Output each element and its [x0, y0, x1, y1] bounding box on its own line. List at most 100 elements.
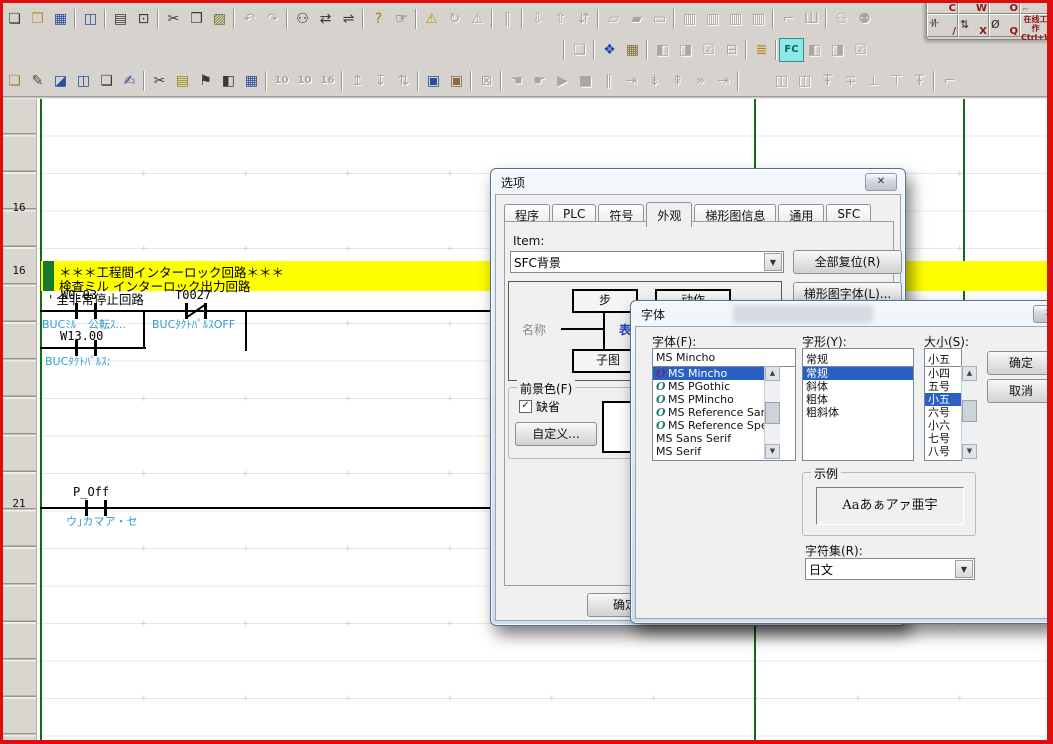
- monitor-off-icon[interactable]: ⊠: [475, 70, 498, 92]
- simulator-online-icon[interactable]: ⚉: [853, 8, 876, 30]
- pause-program-icon[interactable]: ☚: [505, 70, 528, 92]
- cut-icon[interactable]: ✂: [162, 8, 185, 30]
- chevron-down-icon[interactable]: ▼: [764, 253, 782, 271]
- view-diagram-icon[interactable]: ❏: [3, 70, 26, 92]
- change-all-icon[interactable]: ⇌: [337, 8, 360, 30]
- rung-margin[interactable]: [3, 99, 37, 741]
- scroll-thumb[interactable]: [962, 400, 977, 422]
- print-preview-icon[interactable]: ⊡: [132, 8, 155, 30]
- scroll-up-icon[interactable]: ▲: [765, 366, 780, 381]
- force-set-icon[interactable]: ❑: [568, 39, 591, 61]
- size-list-item[interactable]: 五号: [925, 380, 961, 393]
- style-list-item[interactable]: 粗斜体: [803, 406, 913, 419]
- memory-view-icon[interactable]: ▥: [747, 8, 770, 30]
- local-symbol-table-icon[interactable]: ▤: [171, 70, 194, 92]
- style-list-item[interactable]: 斜体: [803, 380, 913, 393]
- scroll-up-icon[interactable]: ▲: [962, 366, 977, 381]
- hex-display-icon[interactable]: 16: [316, 70, 339, 92]
- find-icon[interactable]: ⚇: [291, 8, 314, 30]
- find-error-icon[interactable]: ⚠: [466, 8, 489, 30]
- plc-settings-icon[interactable]: ▥: [701, 8, 724, 30]
- custom-color-button[interactable]: 自定义...: [515, 422, 597, 446]
- online-refresh-icon[interactable]: ↻: [443, 8, 466, 30]
- paste-icon[interactable]: ▨: [208, 8, 231, 30]
- options-tab[interactable]: 外观: [646, 202, 692, 227]
- manual-step-icon[interactable]: ☛: [528, 70, 551, 92]
- run-icon[interactable]: ▶: [551, 70, 574, 92]
- pause-monitor-icon[interactable]: ‖: [496, 8, 519, 30]
- rung-number[interactable]: 16: [4, 201, 34, 214]
- monitor-chart-icon[interactable]: ◪: [49, 70, 72, 92]
- differential-trace-icon[interactable]: ⌐: [777, 8, 800, 30]
- print-icon[interactable]: ▤: [109, 8, 132, 30]
- page-delete-icon[interactable]: ◨: [826, 39, 849, 61]
- font-list-item[interactable]: OMS PGothic: [653, 380, 780, 393]
- font-list-scrollbar[interactable]: ▲ ▼: [764, 366, 780, 459]
- step-out-icon[interactable]: ⇞: [666, 70, 689, 92]
- update-schedule-icon[interactable]: ▦: [621, 39, 644, 61]
- sfc-transition-icon[interactable]: ◫: [793, 70, 816, 92]
- font-list-item[interactable]: OMS Mincho: [653, 367, 780, 380]
- font-list-item[interactable]: OMS Reference Speci: [653, 419, 780, 432]
- scroll-thumb[interactable]: [765, 402, 780, 424]
- undo-icon[interactable]: ↶: [238, 8, 261, 30]
- insert-rung-below-icon[interactable]: ↧: [369, 70, 392, 92]
- sfc-subchart-icon[interactable]: Ŧ: [908, 70, 931, 92]
- cancel-online-edit-icon[interactable]: ▭: [648, 8, 671, 30]
- section-delete-icon[interactable]: ◨: [674, 39, 697, 61]
- font-style-input[interactable]: 常规: [802, 348, 914, 367]
- binary-monitor-icon[interactable]: ▦: [240, 70, 263, 92]
- nc-contact-vertical-icon[interactable]: ⇅ X: [958, 14, 989, 37]
- signed-decimal-display-icon[interactable]: 10: [293, 70, 316, 92]
- size-list-item[interactable]: 小四: [925, 367, 961, 380]
- sfc-parallel-divergence-icon[interactable]: ∓: [839, 70, 862, 92]
- memory-card-icon[interactable]: ▥: [724, 8, 747, 30]
- view-mnemonic-icon[interactable]: ✎: [26, 70, 49, 92]
- redo-icon[interactable]: ↷: [261, 8, 284, 30]
- size-list-item[interactable]: 小五: [925, 393, 961, 406]
- pause-icon[interactable]: ‖: [597, 70, 620, 92]
- help-icon[interactable]: ?: [367, 8, 390, 30]
- nc-contact-icon[interactable]: -|/|- /: [927, 14, 958, 37]
- size-list-scrollbar[interactable]: ▲ ▼: [961, 366, 977, 459]
- copy-icon[interactable]: ❒: [185, 8, 208, 30]
- reset-all-button[interactable]: 全部复位(R): [793, 250, 902, 274]
- item-combobox[interactable]: SFC背景 ▼: [510, 251, 784, 273]
- default-checkbox[interactable]: ✓: [519, 400, 532, 413]
- cx-simulator-icon[interactable]: ⚇: [830, 8, 853, 30]
- size-list-item[interactable]: 小六: [925, 419, 961, 432]
- font-list-item[interactable]: MS Sans Serif: [653, 432, 780, 445]
- font-size-input[interactable]: 小五: [924, 348, 962, 367]
- step-run-icon[interactable]: ⇥: [620, 70, 643, 92]
- send-changes-icon[interactable]: ▰: [625, 8, 648, 30]
- sfc-step-icon[interactable]: ◫: [770, 70, 793, 92]
- monitor-windows-icon[interactable]: ◫: [72, 70, 95, 92]
- symbol-tree-icon[interactable]: ≣: [750, 39, 773, 61]
- default-checkbox-label[interactable]: 缺省: [536, 398, 560, 415]
- font-list-item[interactable]: OMS PMincho: [653, 393, 780, 406]
- page-check-icon[interactable]: ☑: [849, 39, 872, 61]
- charset-combobox[interactable]: 日文 ▼: [805, 558, 975, 580]
- section-cut-icon[interactable]: ✂: [148, 70, 171, 92]
- insert-rung-above-icon[interactable]: ↥: [346, 70, 369, 92]
- fc-ladder-view-icon[interactable]: FC: [780, 39, 803, 61]
- font-name-input[interactable]: MS Mincho: [652, 348, 796, 367]
- online-edit-icon[interactable]: ▱: [602, 8, 625, 30]
- stop-icon[interactable]: ■: [574, 70, 597, 92]
- font-cancel-button[interactable]: 取消: [987, 379, 1053, 403]
- font-ok-button[interactable]: 确定: [987, 351, 1053, 375]
- continuous-step-icon[interactable]: »: [689, 70, 712, 92]
- properties-icon[interactable]: ✍: [118, 70, 141, 92]
- transfer-to-plc-icon[interactable]: ⇩: [526, 8, 549, 30]
- chevron-down-icon[interactable]: ▼: [955, 560, 973, 578]
- coil-icon[interactable]: Ø Q: [989, 14, 1020, 37]
- save-project-icon[interactable]: ▦: [49, 8, 72, 30]
- decimal-display-icon[interactable]: 10: [270, 70, 293, 92]
- scan-run-icon[interactable]: ⇥: [712, 70, 735, 92]
- work-online-simulator-icon[interactable]: ▣: [445, 70, 468, 92]
- section-insert-icon[interactable]: ◧: [651, 39, 674, 61]
- page-edit-icon[interactable]: ◧: [803, 39, 826, 61]
- rung-number[interactable]: 16: [4, 264, 34, 277]
- compare-with-plc-icon[interactable]: ⇵: [572, 8, 595, 30]
- sfc-connector-icon[interactable]: ⌐: [938, 70, 961, 92]
